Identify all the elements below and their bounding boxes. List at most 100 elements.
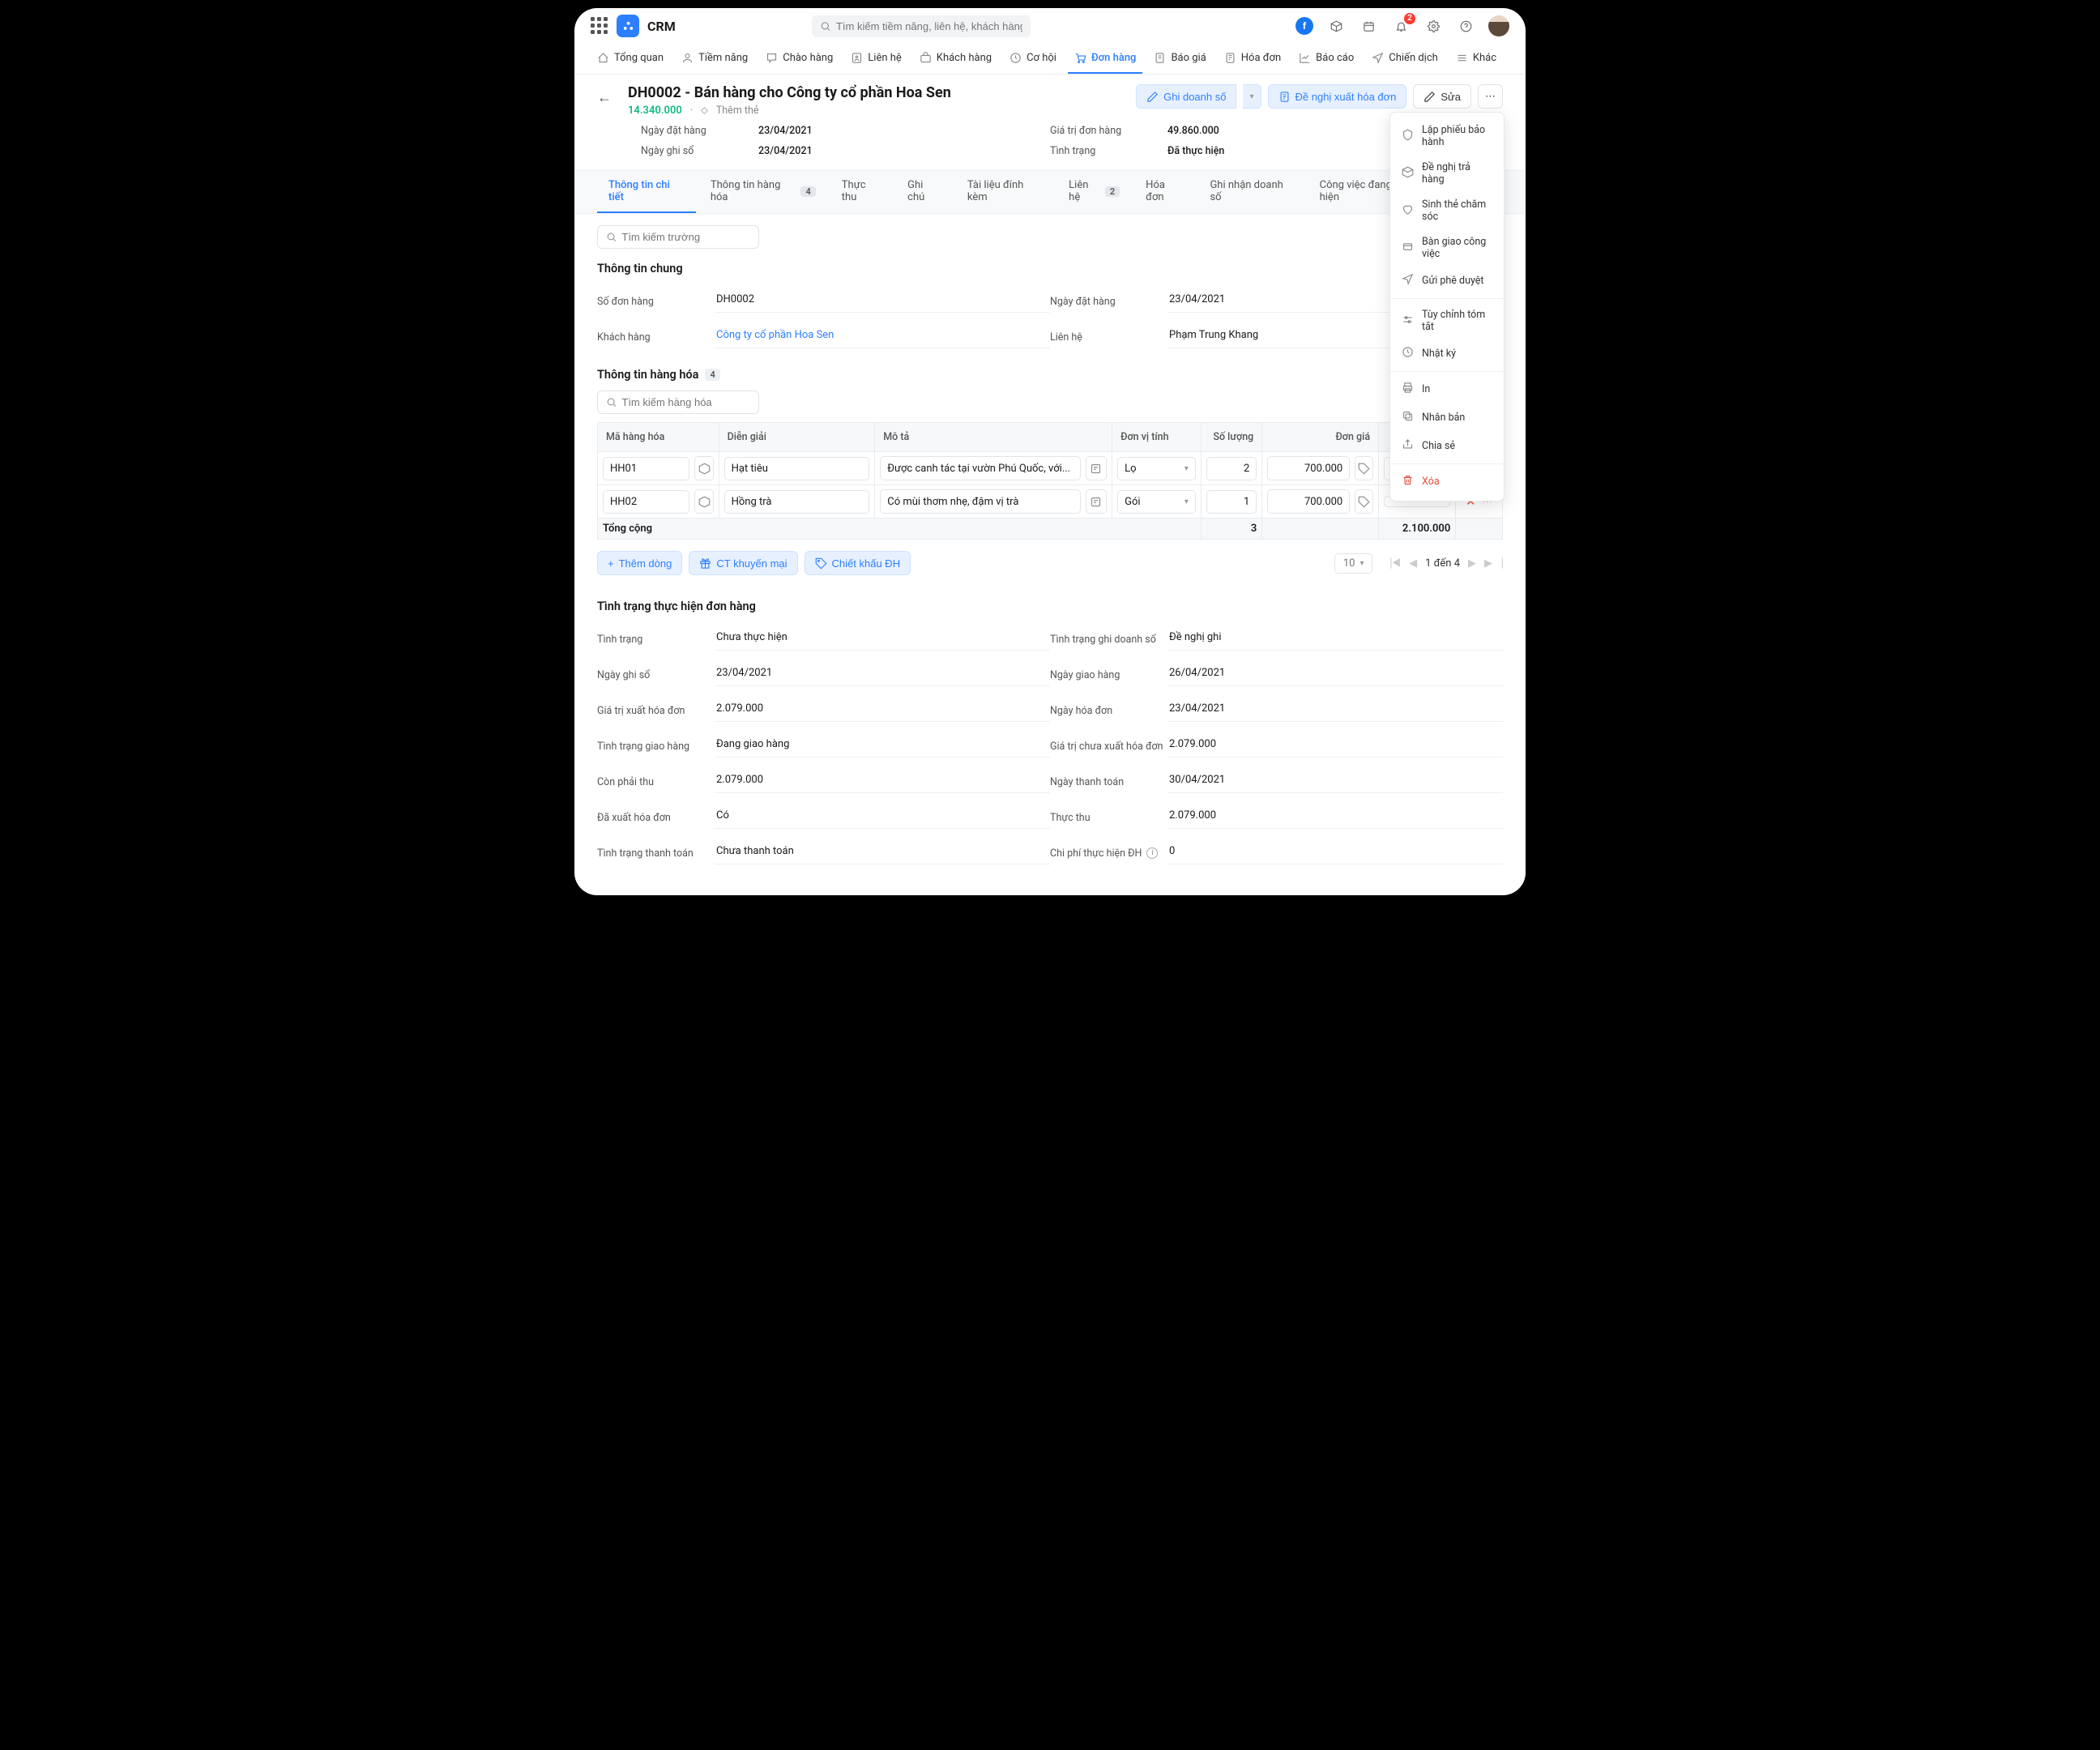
price-icon[interactable] bbox=[1355, 489, 1373, 514]
payment-date-field[interactable]: 30/04/2021 bbox=[1167, 770, 1503, 793]
subtab-Hóa đơn[interactable]: Hóa đơn bbox=[1134, 171, 1195, 213]
revenue-status-field[interactable]: Đề nghị ghi bbox=[1167, 628, 1503, 651]
invoice-date-field[interactable]: 23/04/2021 bbox=[1167, 699, 1503, 722]
menu-Lập phiếu bảo hành[interactable]: Lập phiếu bảo hành bbox=[1390, 117, 1504, 155]
box-icon[interactable] bbox=[1326, 16, 1346, 36]
price-input[interactable]: 700.000 bbox=[1267, 456, 1350, 480]
pager-prev[interactable]: ◀ bbox=[1409, 557, 1417, 570]
price-icon[interactable] bbox=[1355, 456, 1373, 480]
nav-Khách hàng[interactable]: Khách hàng bbox=[913, 44, 998, 74]
add-tag-link[interactable]: Thêm thẻ bbox=[716, 105, 759, 117]
global-search[interactable] bbox=[812, 15, 1031, 37]
qty-input[interactable]: 1 bbox=[1206, 490, 1257, 514]
subtab-Ghi nhận doanh số[interactable]: Ghi nhận doanh số bbox=[1198, 171, 1304, 213]
menu-Tùy chỉnh tóm tắt[interactable]: Tùy chỉnh tóm tắt bbox=[1390, 302, 1504, 339]
pager-next[interactable]: ▶ bbox=[1468, 557, 1476, 570]
info-icon[interactable]: i bbox=[1146, 847, 1158, 859]
menu-Nhật ký[interactable]: Nhật ký bbox=[1390, 339, 1504, 368]
goods-search[interactable] bbox=[597, 391, 759, 414]
name-input[interactable]: Hạt tiêu bbox=[724, 457, 870, 480]
nav-Hóa đơn[interactable]: Hóa đơn bbox=[1218, 44, 1287, 74]
nav-icon bbox=[1224, 52, 1236, 64]
page-size-select[interactable]: 10▾ bbox=[1334, 553, 1373, 574]
receivable-field[interactable]: 2.079.000 bbox=[715, 770, 1050, 793]
menu-In[interactable]: In bbox=[1390, 375, 1504, 403]
nav-Đơn hàng[interactable]: Đơn hàng bbox=[1068, 44, 1142, 74]
field-search[interactable] bbox=[597, 225, 759, 249]
desc-input[interactable]: Được canh tác tại vườn Phú Quốc, với... bbox=[880, 456, 1080, 480]
goods-search-input[interactable] bbox=[621, 396, 750, 408]
unit-select[interactable]: Gói▾ bbox=[1117, 490, 1196, 514]
nav-Liên hệ[interactable]: Liên hệ bbox=[844, 44, 908, 74]
status-field[interactable]: Chưa thực hiện bbox=[715, 628, 1050, 651]
lookup-icon[interactable] bbox=[694, 456, 713, 480]
menu-Gửi phê duyệt[interactable]: Gửi phê duyệt bbox=[1390, 267, 1504, 295]
status-label: Tình trạng bbox=[1050, 145, 1167, 157]
menu-Sinh thẻ chăm sóc[interactable]: Sinh thẻ chăm sóc bbox=[1390, 192, 1504, 229]
nav-Tổng quan[interactable]: Tổng quan bbox=[591, 44, 670, 74]
nav-Báo giá[interactable]: Báo giá bbox=[1147, 44, 1212, 74]
facebook-icon[interactable]: f bbox=[1295, 17, 1313, 35]
user-avatar[interactable] bbox=[1488, 15, 1509, 36]
notifications-icon[interactable]: 2 bbox=[1391, 16, 1411, 36]
discount-button[interactable]: Chiết khấu ĐH bbox=[805, 551, 911, 575]
settings-icon[interactable] bbox=[1423, 16, 1443, 36]
expand-icon[interactable] bbox=[1086, 456, 1108, 480]
subtab-Thông tin hàng hóa[interactable]: Thông tin hàng hóa4 bbox=[699, 171, 827, 213]
nav-Khác[interactable]: Khác bbox=[1449, 44, 1503, 74]
record-revenue-dropdown[interactable]: ▾ bbox=[1243, 84, 1261, 109]
lookup-icon[interactable] bbox=[694, 489, 713, 514]
more-actions-button[interactable]: ⋯ bbox=[1478, 84, 1503, 109]
unit-select[interactable]: Lọ▾ bbox=[1117, 457, 1196, 480]
menu-Xóa[interactable]: Xóa bbox=[1390, 467, 1504, 496]
pager-first[interactable]: ⎹◀ bbox=[1381, 557, 1401, 570]
nav-Báo cáo[interactable]: Báo cáo bbox=[1292, 44, 1360, 74]
subtab-Thực thu[interactable]: Thực thu bbox=[830, 171, 893, 213]
add-row-button[interactable]: +Thêm dòng bbox=[597, 551, 682, 575]
menu-Đề nghị trả hàng[interactable]: Đề nghị trả hàng bbox=[1390, 155, 1504, 192]
subtab-Tài liệu đính kèm[interactable]: Tài liệu đính kèm bbox=[956, 171, 1054, 213]
invoiced-field[interactable]: Có bbox=[715, 806, 1050, 829]
nav-Chiến dịch[interactable]: Chiến dịch bbox=[1365, 44, 1445, 74]
pager-last[interactable]: ▶⎹ bbox=[1484, 557, 1503, 570]
posting-date-field[interactable]: 23/04/2021 bbox=[715, 664, 1050, 686]
edit-button[interactable]: Sửa bbox=[1413, 84, 1471, 109]
delivery-status-field[interactable]: Đang giao hàng bbox=[715, 735, 1050, 758]
price-input[interactable]: 700.000 bbox=[1267, 489, 1350, 514]
help-icon[interactable] bbox=[1456, 16, 1475, 36]
cost-field[interactable]: 0 bbox=[1167, 842, 1503, 864]
order-no-field[interactable]: DH0002 bbox=[715, 290, 1050, 313]
apps-launcher-icon[interactable] bbox=[591, 17, 608, 35]
nav-Chào hàng[interactable]: Chào hàng bbox=[759, 44, 839, 74]
expand-icon[interactable] bbox=[1086, 489, 1108, 514]
subtab-Ghi chú[interactable]: Ghi chú bbox=[896, 171, 953, 213]
name-input[interactable]: Hồng trà bbox=[724, 490, 870, 514]
menu-Bàn giao công việc[interactable]: Bàn giao công việc bbox=[1390, 229, 1504, 267]
payment-status-field[interactable]: Chưa thanh toán bbox=[715, 842, 1050, 864]
request-invoice-button[interactable]: Đề nghị xuất hóa đơn bbox=[1268, 84, 1407, 109]
invoice-value-field[interactable]: 2.079.000 bbox=[715, 699, 1050, 722]
menu-Nhân bản[interactable]: Nhân bản bbox=[1390, 403, 1504, 432]
not-invoiced-field[interactable]: 2.079.000 bbox=[1167, 735, 1503, 758]
qty-input[interactable]: 2 bbox=[1206, 457, 1257, 480]
goods-table: Mã hàng hóa Diễn giải Mô tả Đơn vị tính … bbox=[597, 422, 1503, 540]
receipt-field[interactable]: 2.079.000 bbox=[1167, 806, 1503, 829]
code-input[interactable]: HH01 bbox=[603, 457, 689, 480]
nav-Tiềm năng[interactable]: Tiềm năng bbox=[675, 44, 754, 74]
promotion-button[interactable]: CT khuyến mại bbox=[689, 551, 797, 575]
menu-Chia sẻ[interactable]: Chia sẻ bbox=[1390, 432, 1504, 460]
calendar-icon[interactable] bbox=[1359, 16, 1378, 36]
desc-input[interactable]: Có mùi thơm nhẹ, đậm vị trà bbox=[880, 489, 1080, 514]
subtab-Liên hệ[interactable]: Liên hệ2 bbox=[1057, 171, 1131, 213]
code-input[interactable]: HH02 bbox=[603, 490, 689, 514]
search-icon bbox=[820, 20, 831, 32]
global-search-input[interactable] bbox=[836, 20, 1022, 32]
back-button[interactable]: ← bbox=[597, 84, 617, 106]
delivery-date-field[interactable]: 26/04/2021 bbox=[1167, 664, 1503, 686]
section-goods: Thông tin hàng hóa4 bbox=[597, 368, 1503, 382]
field-search-input[interactable] bbox=[621, 231, 750, 243]
customer-field[interactable]: Công ty cổ phần Hoa Sen bbox=[715, 326, 1050, 348]
subtab-Thông tin chi tiết[interactable]: Thông tin chi tiết bbox=[597, 171, 696, 213]
nav-Cơ hội[interactable]: Cơ hội bbox=[1003, 44, 1063, 74]
record-revenue-button[interactable]: Ghi doanh số bbox=[1136, 84, 1236, 109]
